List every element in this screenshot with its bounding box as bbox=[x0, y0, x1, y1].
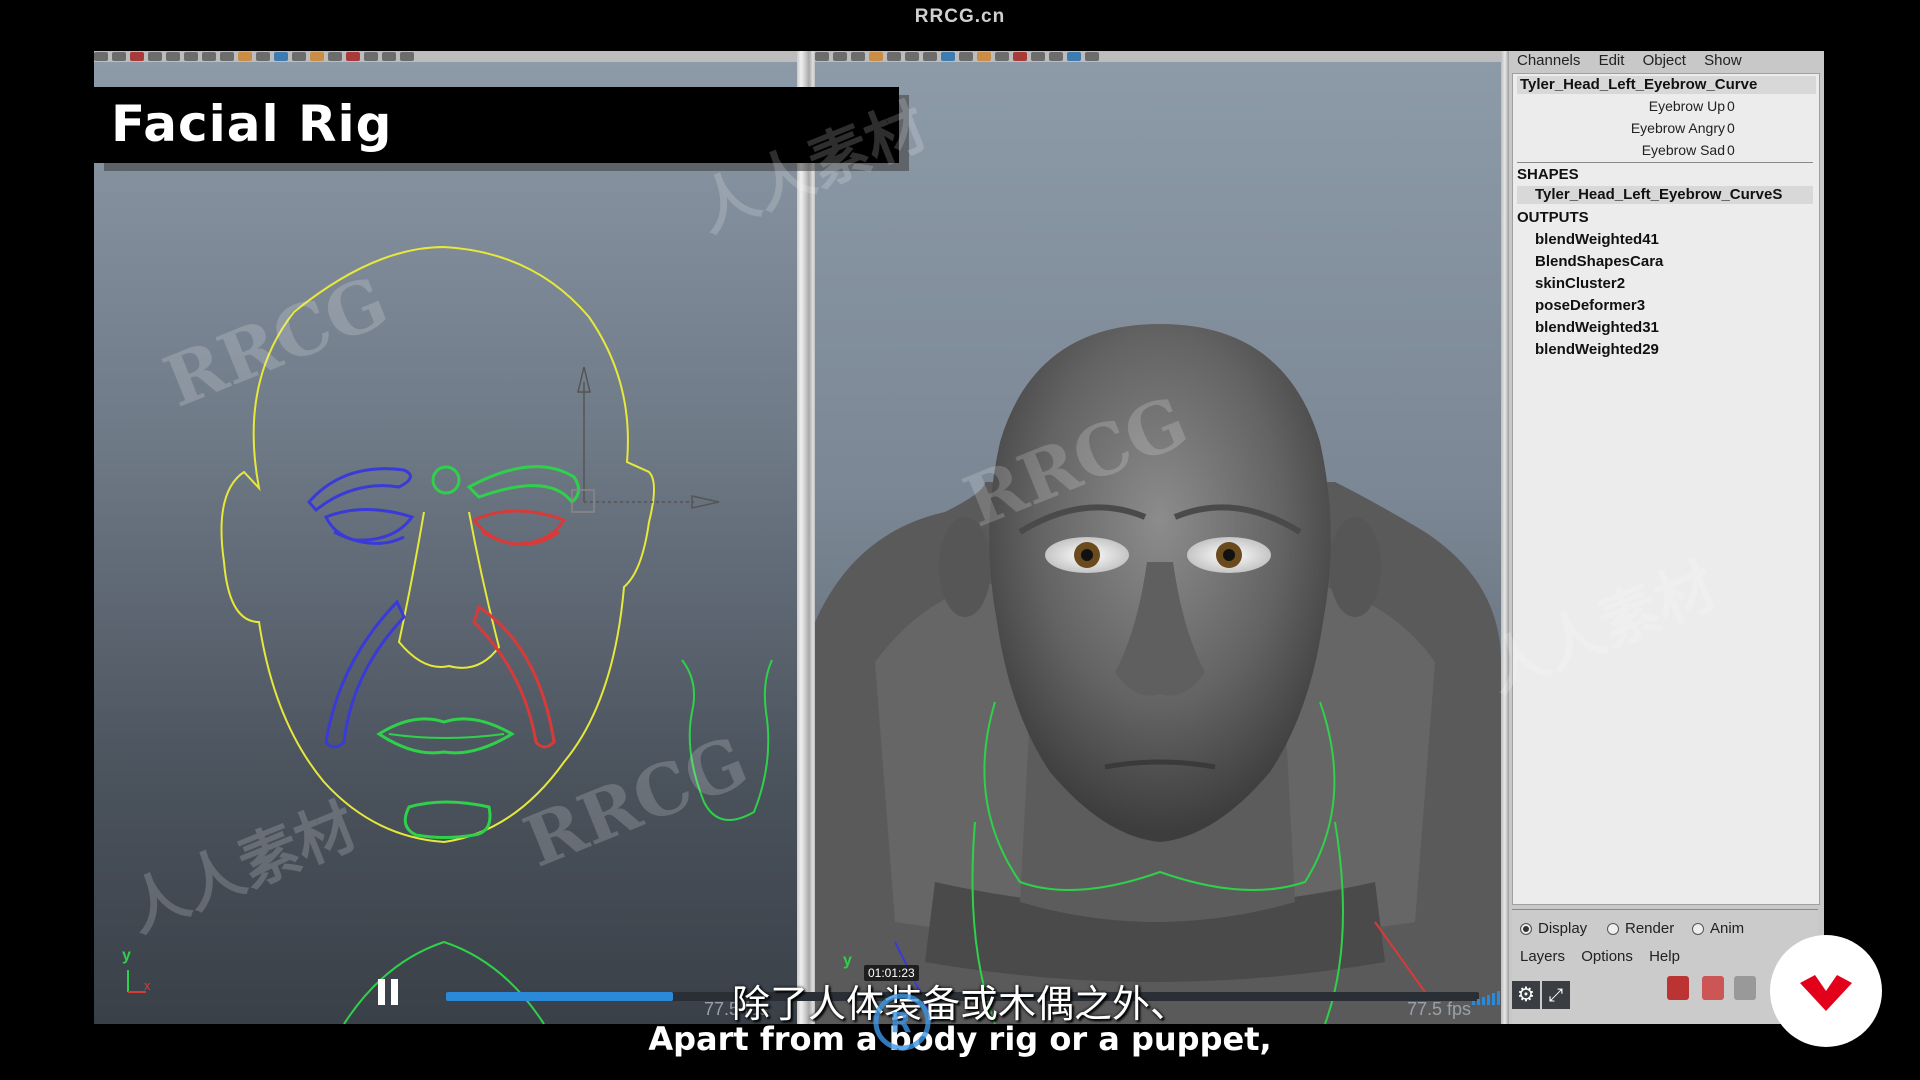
layer-mode-render[interactable]: Render bbox=[1607, 920, 1674, 937]
right-cheek-control[interactable] bbox=[472, 604, 556, 749]
shapes-header: SHAPES bbox=[1517, 166, 1579, 183]
head-model-render[interactable] bbox=[815, 62, 1501, 1024]
manipulator-x-arrow[interactable] bbox=[691, 495, 720, 509]
channel-box: Channels Edit Object Show Tyler_Head_Lef… bbox=[1509, 51, 1824, 1024]
perspective-viewport-head[interactable]: y bbox=[815, 62, 1501, 1024]
menu-options[interactable]: Options bbox=[1581, 948, 1633, 965]
menu-channels[interactable]: Channels bbox=[1517, 52, 1580, 69]
right-eyebrow-control[interactable] bbox=[466, 465, 580, 505]
attr-value-eyebrow-up[interactable]: 0 bbox=[1727, 98, 1735, 114]
textured-icon[interactable] bbox=[995, 52, 1009, 61]
select-icon[interactable] bbox=[94, 52, 108, 61]
output-item[interactable]: blendWeighted29 bbox=[1535, 341, 1659, 358]
mouth-line-control[interactable] bbox=[388, 733, 505, 739]
channel-list: Tyler_Head_Left_Eyebrow_Curve Eyebrow Up… bbox=[1512, 73, 1820, 905]
safe-action-icon[interactable] bbox=[1085, 52, 1099, 61]
radio-display[interactable] bbox=[1520, 923, 1532, 936]
attr-value-eyebrow-sad[interactable]: 0 bbox=[1727, 142, 1735, 158]
menu-show[interactable]: Show bbox=[1704, 52, 1742, 69]
output-item[interactable]: skinCluster2 bbox=[1535, 275, 1625, 292]
shaded-icon[interactable] bbox=[274, 52, 288, 61]
lasso-icon[interactable] bbox=[833, 52, 847, 61]
left-eyebrow-control[interactable] bbox=[307, 467, 412, 513]
channel-box-menu: Channels Edit Object Show bbox=[1509, 51, 1824, 71]
left-pupil bbox=[1081, 549, 1093, 561]
radio-render[interactable] bbox=[1607, 923, 1619, 936]
radio-anim-label: Anim bbox=[1710, 920, 1745, 937]
manipulator-center[interactable] bbox=[571, 489, 595, 513]
attr-name-eyebrow-sad: Eyebrow Sad bbox=[1641, 142, 1725, 158]
shaded-icon[interactable] bbox=[941, 52, 955, 61]
selected-object-name[interactable]: Tyler_Head_Left_Eyebrow_Curve bbox=[1517, 76, 1816, 94]
shape-name: Tyler_Head_Left_Eyebrow_CurveS bbox=[1535, 186, 1783, 203]
lights-icon[interactable] bbox=[238, 52, 252, 61]
rotate-icon[interactable] bbox=[166, 52, 180, 61]
center-brow-control[interactable] bbox=[431, 465, 461, 495]
lights-icon[interactable] bbox=[977, 52, 991, 61]
paint-icon[interactable] bbox=[130, 52, 144, 61]
axis-label-y-right: y bbox=[843, 952, 852, 969]
rotate-icon[interactable] bbox=[869, 52, 883, 61]
output-item[interactable]: blendWeighted31 bbox=[1535, 319, 1659, 336]
xray-icon[interactable] bbox=[310, 52, 324, 61]
isolate-icon[interactable] bbox=[328, 52, 342, 61]
channel-box-splitter[interactable] bbox=[1501, 51, 1509, 1024]
safe-action-icon[interactable] bbox=[382, 52, 396, 61]
move-icon[interactable] bbox=[148, 52, 162, 61]
shape-row[interactable]: Tyler_Head_Left_Eyebrow_CurveS bbox=[1517, 186, 1813, 204]
scale-icon[interactable] bbox=[184, 52, 198, 61]
divider bbox=[1517, 162, 1813, 163]
menu-edit[interactable]: Edit bbox=[1599, 52, 1625, 69]
layer-menu: Layers Options Help bbox=[1520, 948, 1680, 965]
nose-curve[interactable] bbox=[397, 511, 501, 669]
hud-icon[interactable] bbox=[400, 52, 414, 61]
menu-help[interactable]: Help bbox=[1649, 948, 1680, 965]
svg-text:R: R bbox=[890, 1006, 912, 1039]
outputs-header: OUTPUTS bbox=[1517, 209, 1589, 226]
right-eye-control[interactable] bbox=[471, 509, 567, 546]
menu-object[interactable]: Object bbox=[1643, 52, 1686, 69]
resolution-gate-icon[interactable] bbox=[346, 52, 360, 61]
site-watermark: RRCG.cn bbox=[914, 6, 1006, 27]
title-text: Facial Rig bbox=[111, 95, 393, 153]
isolate-icon[interactable] bbox=[1067, 52, 1081, 61]
wireframe-icon[interactable] bbox=[256, 52, 270, 61]
left-viewport-toolbar[interactable] bbox=[94, 51, 797, 62]
output-item[interactable]: blendWeighted41 bbox=[1535, 231, 1659, 248]
radio-render-label: Render bbox=[1625, 920, 1675, 937]
chin-control[interactable] bbox=[403, 800, 492, 839]
menu-layers[interactable]: Layers bbox=[1520, 948, 1565, 965]
rrcg-logo-watermark: R bbox=[873, 993, 931, 1051]
attr-name-eyebrow-up: Eyebrow Up bbox=[1648, 98, 1725, 114]
right-ear[interactable] bbox=[1329, 517, 1381, 617]
radio-anim[interactable] bbox=[1692, 923, 1704, 936]
film-gate-icon[interactable] bbox=[1031, 52, 1045, 61]
grid-icon[interactable] bbox=[923, 52, 937, 61]
layer-mode-anim[interactable]: Anim bbox=[1692, 920, 1744, 937]
select-icon[interactable] bbox=[815, 52, 829, 61]
camera-icon[interactable] bbox=[202, 52, 216, 61]
channel-logo-badge[interactable] bbox=[1770, 935, 1882, 1047]
film-gate-icon[interactable] bbox=[364, 52, 378, 61]
attr-value-eyebrow-angry[interactable]: 0 bbox=[1727, 120, 1735, 136]
move-icon[interactable] bbox=[851, 52, 865, 61]
hud-icon[interactable] bbox=[1049, 52, 1063, 61]
textured-icon[interactable] bbox=[292, 52, 306, 61]
layer-mode-display[interactable]: Display bbox=[1520, 920, 1587, 937]
right-pupil bbox=[1223, 549, 1235, 561]
attr-name-eyebrow-angry: Eyebrow Angry bbox=[1630, 120, 1725, 136]
scale-icon[interactable] bbox=[887, 52, 901, 61]
output-item[interactable]: BlendShapesCara bbox=[1535, 253, 1663, 270]
resolution-gate-icon[interactable] bbox=[1013, 52, 1027, 61]
radio-display-label: Display bbox=[1538, 920, 1588, 937]
output-item[interactable]: poseDeformer3 bbox=[1535, 297, 1645, 314]
maya-window: y x y Facial Rig Channels Edit Object Sh… bbox=[94, 51, 1824, 1024]
lasso-icon[interactable] bbox=[112, 52, 126, 61]
channel-logo-icon bbox=[1800, 975, 1852, 1011]
wireframe-icon[interactable] bbox=[959, 52, 973, 61]
right-viewport-toolbar[interactable] bbox=[815, 51, 1501, 62]
camera-icon[interactable] bbox=[905, 52, 919, 61]
grid-icon[interactable] bbox=[220, 52, 234, 61]
axis-label-y: y bbox=[122, 947, 131, 964]
